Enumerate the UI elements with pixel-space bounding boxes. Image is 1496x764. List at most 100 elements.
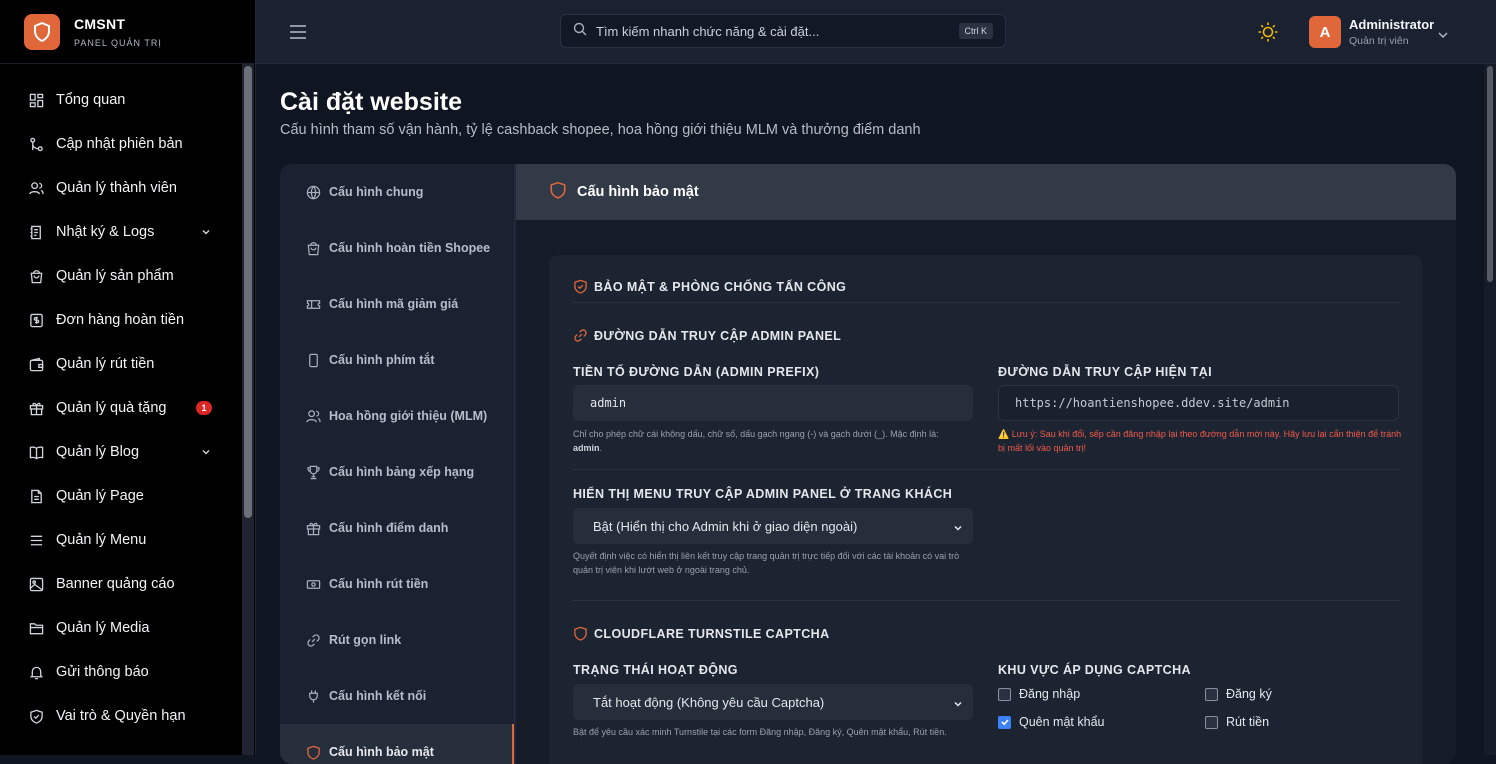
tab-withdraw[interactable]: Cấu hình rút tiền <box>280 556 514 612</box>
sidebar-item-banner[interactable]: Banner quảng cáo <box>0 562 240 606</box>
main-scrollbar-thumb[interactable] <box>1487 66 1493 282</box>
tab-leaderboard[interactable]: Cấu hình bảng xếp hạng <box>280 444 514 500</box>
content-area: BẢO MẬT & PHÒNG CHỐNG TẤN CÔNG ĐƯỜNG DẪN… <box>516 220 1456 764</box>
sidebar-item-page[interactable]: Quản lý Page <box>0 474 240 518</box>
chevron-down-icon <box>953 521 963 531</box>
gift-icon <box>28 400 44 416</box>
link-icon <box>573 328 588 343</box>
checkbox[interactable] <box>1205 687 1218 701</box>
tab-shortcuts[interactable]: Cấu hình phím tắt <box>280 332 514 388</box>
sidebar-item-products[interactable]: Quản lý sản phẩm <box>0 254 240 298</box>
sidebar-item-refund-orders[interactable]: Đơn hàng hoàn tiền <box>0 298 240 342</box>
sidebar-scrollbar-thumb[interactable] <box>244 66 252 518</box>
admin-menu-value: Bật (Hiển thị cho Admin khi ở giao diện … <box>593 518 858 534</box>
captcha-area-register[interactable]: Đăng ký <box>1205 687 1272 701</box>
sidebar-item-label: Quản lý Media <box>56 620 150 636</box>
sidebar: CMSNT PANEL QUẢN TRỊ Tổng quan Cập nhật … <box>0 0 256 755</box>
sidebar-item-label: Quản lý quà tặng <box>56 400 167 416</box>
shield-logo-icon <box>24 13 60 50</box>
chevron-down-icon[interactable] <box>1437 27 1449 38</box>
checkbox-checked[interactable] <box>998 715 1011 729</box>
main-scrollbar[interactable] <box>1484 64 1496 755</box>
tab-general[interactable]: Cấu hình chung <box>280 164 514 220</box>
avatar[interactable]: A <box>1309 16 1341 48</box>
brand-name: CMSNT <box>74 15 126 32</box>
checkbox-label: Đăng ký <box>1226 687 1272 701</box>
sidebar-scrollbar[interactable] <box>242 64 254 755</box>
section-title-text: CLOUDFLARE TURNSTILE CAPTCHA <box>594 626 830 641</box>
hamburger-menu-icon[interactable] <box>289 24 307 40</box>
folder-icon <box>28 620 44 636</box>
file-icon <box>28 488 44 504</box>
notification-badge: 1 <box>196 401 212 415</box>
sidebar-item-withdraw[interactable]: Quản lý rút tiền <box>0 342 240 386</box>
checkbox[interactable] <box>998 687 1011 701</box>
security-card: BẢO MẬT & PHÒNG CHỐNG TẤN CÔNG ĐƯỜNG DẪN… <box>549 255 1423 764</box>
section-title-captcha: CLOUDFLARE TURNSTILE CAPTCHA <box>573 626 830 641</box>
sidebar-item-update[interactable]: Cập nhật phiên bản <box>0 122 240 166</box>
tab-label: Cấu hình mã giảm giá <box>329 297 459 311</box>
users-icon <box>28 180 44 196</box>
checkbox-label: Rút tiền <box>1226 715 1270 729</box>
tab-checkin[interactable]: Cấu hình điểm danh <box>280 500 514 556</box>
tab-mlm[interactable]: Hoa hồng giới thiệu (MLM) <box>280 388 514 444</box>
captcha-area-login[interactable]: Đăng nhập <box>998 687 1080 701</box>
sidebar-item-gifts[interactable]: Quản lý quà tặng 1 <box>0 386 240 430</box>
tab-connection[interactable]: Cấu hình kết nối <box>280 668 514 724</box>
tab-label: Cấu hình bảo mật <box>329 745 434 759</box>
settings-panel: Cấu hình chung Cấu hình hoàn tiền Shopee… <box>280 164 1456 764</box>
tab-label: Cấu hình rút tiền <box>329 577 429 591</box>
sidebar-item-label: Quản lý rút tiền <box>56 356 155 372</box>
shield-check-icon <box>573 279 588 294</box>
gift-icon <box>305 520 321 536</box>
search-input[interactable]: Tìm kiếm nhanh chức năng & cài đặt... Ct… <box>560 14 1006 48</box>
captcha-status-label: TRẠNG THÁI HOẠT ĐỘNG <box>573 663 738 677</box>
sidebar-nav: Tổng quan Cập nhật phiên bản Quản lý thà… <box>0 78 240 738</box>
captcha-area-label: KHU VỰC ÁP DỤNG CAPTCHA <box>998 663 1191 677</box>
sidebar-item-dashboard[interactable]: Tổng quan <box>0 78 240 122</box>
section-title-text: BẢO MẬT & PHÒNG CHỐNG TẤN CÔNG <box>594 279 847 294</box>
admin-menu-select[interactable]: Bật (Hiển thị cho Admin khi ở giao diện … <box>573 508 973 544</box>
tab-short-link[interactable]: Rút gọn link <box>280 612 514 668</box>
users-icon <box>305 408 321 424</box>
admin-prefix-input[interactable]: admin <box>573 385 973 421</box>
sidebar-item-notify[interactable]: Gửi thông báo <box>0 650 240 694</box>
sidebar-item-label: Quản lý Page <box>56 488 144 504</box>
git-branch-icon <box>28 136 44 152</box>
tab-coupon[interactable]: Cấu hình mã giảm giá <box>280 276 514 332</box>
chevron-down-icon <box>200 226 212 238</box>
sun-theme-toggle-icon[interactable] <box>1257 21 1279 43</box>
sidebar-item-media[interactable]: Quản lý Media <box>0 606 240 650</box>
dashboard-icon <box>28 92 44 108</box>
tab-label: Cấu hình chung <box>329 185 424 199</box>
bell-icon <box>28 664 44 680</box>
cash-icon <box>305 576 321 592</box>
tab-label: Cấu hình bảng xếp hạng <box>329 465 475 479</box>
sidebar-item-roles[interactable]: Vai trò & Quyền hạn <box>0 694 240 738</box>
current-path-field[interactable]: https://hoantienshopee.ddev.site/admin <box>998 385 1399 421</box>
tab-shopee-refund[interactable]: Cấu hình hoàn tiền Shopee <box>280 220 514 276</box>
sidebar-item-members[interactable]: Quản lý thành viên <box>0 166 240 210</box>
topbar: Tìm kiếm nhanh chức năng & cài đặt... Ct… <box>256 0 1496 64</box>
user-name[interactable]: Administrator <box>1349 17 1434 32</box>
current-path-label: ĐƯỜNG DẪN TRUY CẬP HIỆN TẠI <box>998 365 1213 379</box>
plug-icon <box>305 688 321 704</box>
sidebar-item-label: Banner quảng cáo <box>56 576 175 592</box>
sidebar-item-menu[interactable]: Quản lý Menu <box>0 518 240 562</box>
shield-icon <box>305 744 321 760</box>
tab-security[interactable]: Cấu hình bảo mật <box>280 724 514 764</box>
sidebar-item-label: Quản lý sản phẩm <box>56 268 174 284</box>
captcha-area-forgot-password[interactable]: Quên mật khẩu <box>998 715 1104 729</box>
checkbox[interactable] <box>1205 715 1218 729</box>
tab-label: Cấu hình hoàn tiền Shopee <box>329 241 491 255</box>
sidebar-item-blog[interactable]: Quản lý Blog <box>0 430 240 474</box>
admin-prefix-label: TIỀN TỐ ĐƯỜNG DẪN (ADMIN PREFIX) <box>573 365 820 379</box>
admin-prefix-default: admin <box>573 443 600 453</box>
shield-icon <box>549 181 567 204</box>
sidebar-item-logs[interactable]: Nhật ký & Logs <box>0 210 240 254</box>
settings-tabs: Cấu hình chung Cấu hình hoàn tiền Shopee… <box>280 164 515 764</box>
sidebar-item-label: Vai trò & Quyền hạn <box>56 708 186 724</box>
captcha-area-withdraw[interactable]: Rút tiền <box>1205 715 1269 729</box>
captcha-status-select[interactable]: Tắt hoạt động (Không yêu cầu Captcha) <box>573 684 973 720</box>
brand[interactable]: CMSNT PANEL QUẢN TRỊ <box>0 0 255 64</box>
